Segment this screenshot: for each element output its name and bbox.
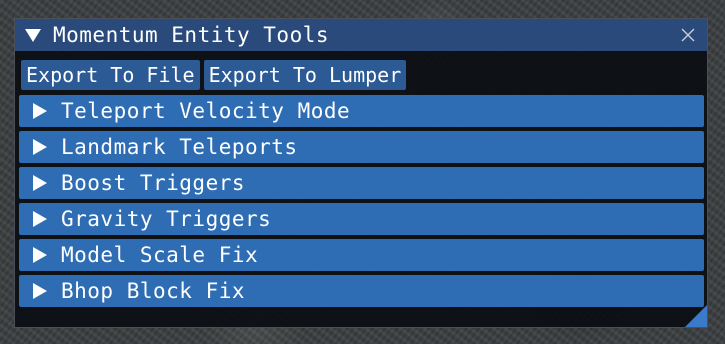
section-header-label: Teleport Velocity Mode: [61, 99, 351, 123]
section-list: Teleport Velocity Mode Landmark Teleport…: [19, 95, 704, 311]
section-header-gravity-triggers[interactable]: Gravity Triggers: [19, 203, 704, 235]
close-icon[interactable]: [679, 26, 697, 44]
triangle-down-icon[interactable]: [25, 28, 41, 42]
triangle-right-icon: [33, 103, 47, 119]
triangle-right-icon: [33, 175, 47, 191]
section-header-model-scale-fix[interactable]: Model Scale Fix: [19, 239, 704, 271]
title-bar[interactable]: Momentum Entity Tools: [15, 19, 707, 51]
section-header-label: Boost Triggers: [61, 171, 246, 195]
section-header-label: Gravity Triggers: [61, 207, 272, 231]
triangle-right-icon: [33, 283, 47, 299]
section-header-label: Model Scale Fix: [61, 243, 259, 267]
export-button-row: Export To File Export To Lumper: [21, 60, 407, 90]
section-header-landmark-teleports[interactable]: Landmark Teleports: [19, 131, 704, 163]
triangle-right-icon: [33, 139, 47, 155]
section-header-label: Bhop Block Fix: [61, 279, 246, 303]
export-to-file-button[interactable]: Export To File: [21, 60, 200, 90]
triangle-right-icon: [33, 247, 47, 263]
export-to-lumper-button[interactable]: Export To Lumper: [203, 60, 407, 90]
triangle-right-icon: [33, 211, 47, 227]
entity-tools-window: Momentum Entity Tools Export To File Exp…: [14, 18, 708, 328]
section-header-teleport-velocity-mode[interactable]: Teleport Velocity Mode: [19, 95, 704, 127]
section-header-label: Landmark Teleports: [61, 135, 298, 159]
resize-grip-icon[interactable]: [685, 305, 707, 327]
section-header-boost-triggers[interactable]: Boost Triggers: [19, 167, 704, 199]
section-header-bhop-block-fix[interactable]: Bhop Block Fix: [19, 275, 704, 307]
window-title: Momentum Entity Tools: [53, 23, 330, 47]
